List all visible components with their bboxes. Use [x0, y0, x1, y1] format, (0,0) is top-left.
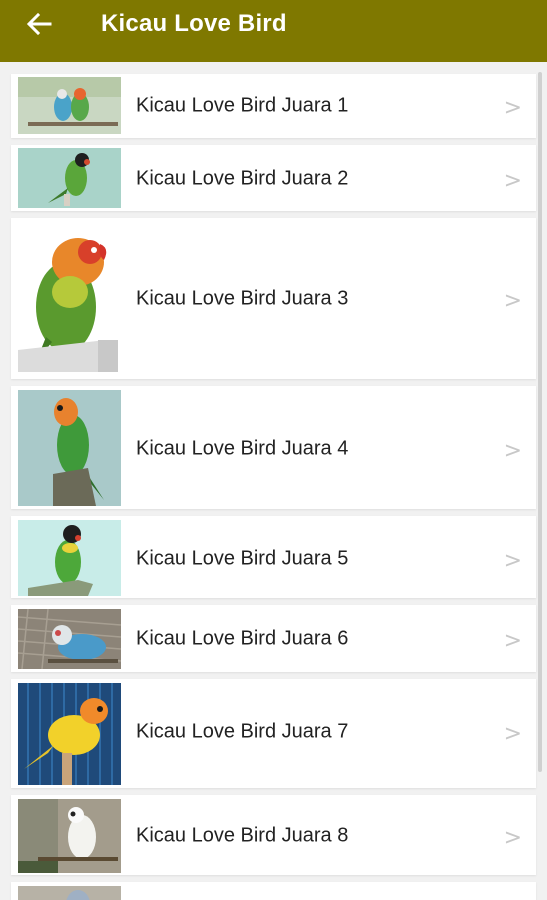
bird-thumbnail	[18, 799, 121, 873]
back-button[interactable]	[24, 11, 54, 37]
list-item[interactable]: Kicau Love Bird Juara 6 >	[11, 605, 536, 672]
bird-thumbnail	[18, 77, 121, 134]
arrow-left-icon	[26, 13, 52, 35]
item-label: Kicau Love Bird Juara 1	[136, 94, 349, 117]
chevron-right-icon: >	[503, 721, 522, 747]
list-item[interactable]: Kicau Love Bird Juara 5 >	[11, 516, 536, 598]
bird-thumbnail	[18, 609, 121, 669]
list-item[interactable]: Kicau Love Bird Juara 1 >	[11, 74, 536, 138]
list-item[interactable]: Kicau Love Bird Juara 4 >	[11, 386, 536, 509]
item-label: Kicau Love Bird Juara 5	[136, 547, 349, 570]
bird-thumbnail	[18, 520, 121, 596]
bird-thumbnail	[18, 390, 121, 506]
chevron-right-icon: >	[503, 438, 522, 464]
chevron-right-icon: >	[503, 548, 522, 574]
bird-thumbnail	[18, 886, 121, 900]
app-bar: Kicau Love Bird	[0, 0, 547, 62]
chevron-right-icon: >	[503, 95, 522, 121]
list-item[interactable]: Kicau Love Bird Juara 3 >	[11, 218, 536, 379]
item-label: Kicau Love Bird Juara 7	[136, 720, 349, 743]
item-label: Kicau Love Bird Juara 6	[136, 627, 349, 650]
list-item[interactable]: Kicau Love Bird Juara 2 >	[11, 145, 536, 211]
item-label: Kicau Love Bird Juara 8	[136, 824, 349, 847]
bird-thumbnail	[18, 683, 121, 785]
list-item-partial[interactable]	[11, 882, 536, 900]
bird-thumbnail	[18, 148, 121, 208]
item-label: Kicau Love Bird Juara 2	[136, 167, 349, 190]
bird-thumbnail	[18, 222, 121, 375]
chevron-right-icon: >	[503, 168, 522, 194]
item-label: Kicau Love Bird Juara 3	[136, 287, 349, 310]
chevron-right-icon: >	[503, 288, 522, 314]
chevron-right-icon: >	[503, 825, 522, 851]
list-item[interactable]: Kicau Love Bird Juara 8 >	[11, 795, 536, 875]
page-title: Kicau Love Bird	[101, 10, 287, 37]
chevron-right-icon: >	[503, 628, 522, 654]
item-label: Kicau Love Bird Juara 4	[136, 437, 349, 460]
bird-list[interactable]: Kicau Love Bird Juara 1 > Kicau Love Bir…	[0, 62, 547, 900]
list-item[interactable]: Kicau Love Bird Juara 7 >	[11, 679, 536, 788]
scrollbar[interactable]	[538, 72, 542, 772]
